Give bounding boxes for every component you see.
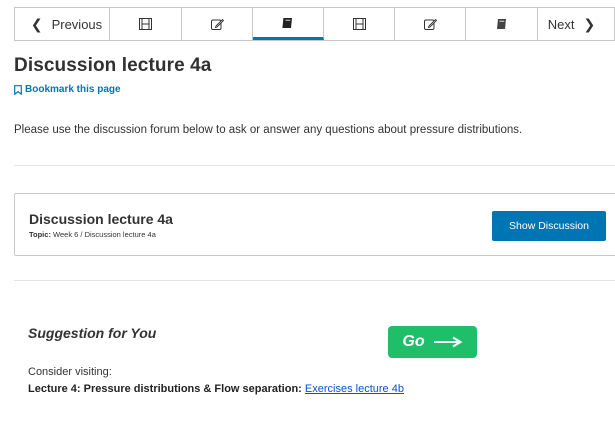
edit-icon — [210, 18, 224, 30]
intro-text: Please use the discussion forum below to… — [14, 124, 523, 136]
edit-icon — [423, 18, 437, 30]
next-button[interactable]: Next ❯ — [538, 8, 614, 40]
book-icon — [496, 19, 506, 29]
consider-text: Consider visiting: — [28, 366, 112, 378]
divider — [14, 280, 615, 281]
previous-label: Previous — [51, 16, 103, 32]
film-icon — [352, 18, 366, 30]
chevron-right-icon: ❯ — [583, 15, 596, 32]
exercises-link[interactable]: Exercises lecture 4b — [305, 383, 404, 395]
book-icon — [282, 17, 292, 28]
suggested-lecture: Lecture 4: Pressure distributions & Flow… — [28, 383, 404, 395]
unit-button-video-2[interactable] — [324, 8, 395, 40]
divider — [14, 165, 615, 166]
discussion-title: Discussion lecture 4a — [29, 211, 173, 227]
bookmark-label: Bookmark this page — [25, 84, 121, 95]
go-button[interactable]: Go — [388, 326, 477, 358]
unit-button-problem-1[interactable] — [182, 8, 253, 40]
unit-button-discussion-active[interactable] — [253, 8, 324, 40]
lecture-text: Lecture 4: Pressure distributions & Flow… — [28, 383, 302, 395]
page-title: Discussion lecture 4a — [14, 55, 212, 76]
previous-button[interactable]: ❮ Previous — [15, 8, 110, 40]
arrow-right-icon — [433, 336, 463, 348]
sequence-nav: ❮ Previous Next ❯ — [14, 7, 615, 41]
bookmark-icon — [14, 84, 22, 95]
suggestion-title: Suggestion for You — [28, 325, 157, 341]
next-label: Next — [547, 16, 575, 32]
unit-button-video-1[interactable] — [110, 8, 182, 40]
film-icon — [139, 18, 152, 30]
chevron-left-icon: ❮ — [30, 15, 43, 32]
unit-button-problem-2[interactable] — [395, 8, 466, 40]
bookmark-link[interactable]: Bookmark this page — [14, 84, 121, 95]
topic-value: Week 6 / Discussion lecture 4a — [53, 230, 156, 239]
discussion-topic: Topic: Week 6 / Discussion lecture 4a — [29, 230, 156, 239]
topic-label: Topic: — [29, 230, 51, 239]
discussion-module: Discussion lecture 4a Topic: Week 6 / Di… — [14, 193, 615, 256]
show-discussion-button[interactable]: Show Discussion — [492, 211, 606, 241]
go-label: Go — [402, 333, 425, 350]
unit-button-discussion-2[interactable] — [466, 8, 538, 40]
